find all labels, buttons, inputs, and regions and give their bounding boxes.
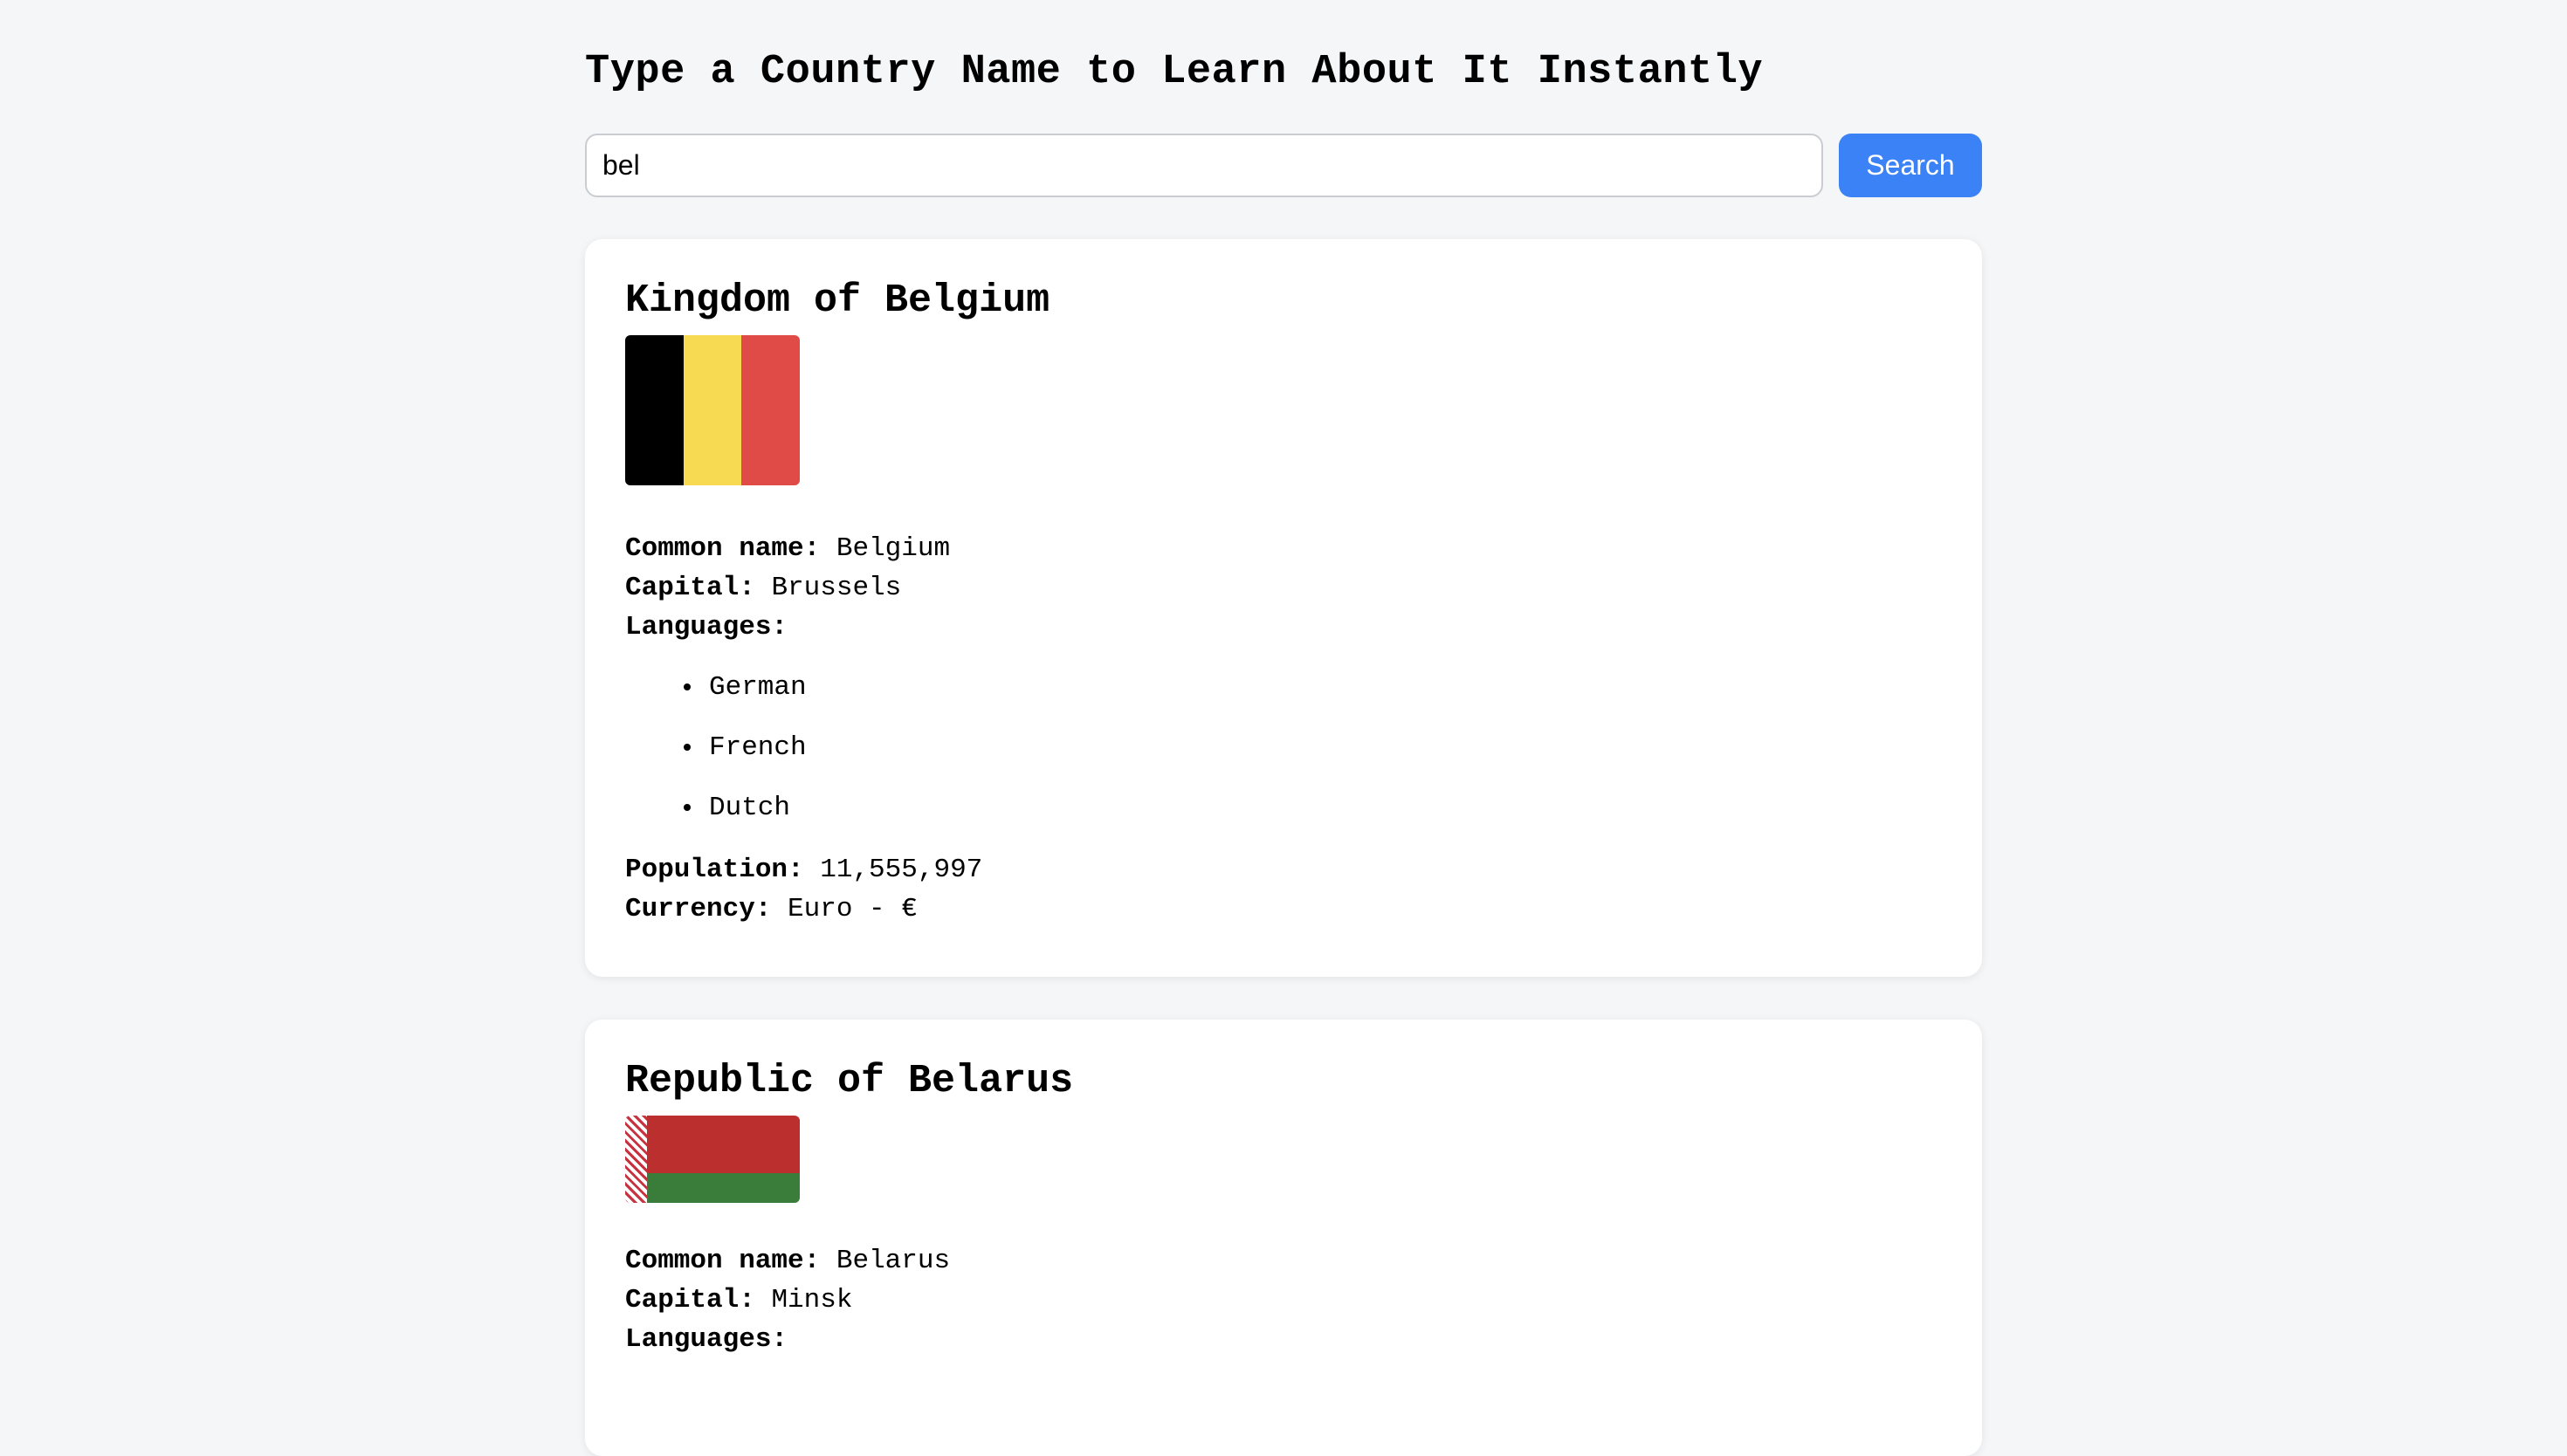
population-label: Population: (625, 855, 804, 885)
language-item: Dutch (704, 778, 1942, 838)
language-item: German (704, 657, 1942, 718)
language-item: French (704, 718, 1942, 778)
common-name-row: Common name: Belarus (625, 1241, 1942, 1281)
flag-belgium-image (625, 335, 800, 485)
common-name-value: Belgium (836, 533, 951, 564)
capital-row: Capital: Minsk (625, 1281, 1942, 1320)
common-name-value: Belarus (836, 1246, 951, 1276)
currency-row: Currency: Euro - € (625, 889, 1942, 929)
currency-value: Euro - € (788, 894, 918, 924)
languages-label: Languages: (625, 1324, 788, 1355)
search-bar: Search (585, 134, 1982, 197)
flag-stripe (647, 1173, 800, 1203)
common-name-label: Common name: (625, 1246, 821, 1276)
capital-value: Minsk (771, 1285, 853, 1315)
population-value: 11,555,997 (820, 855, 983, 885)
languages-row: Languages: (625, 608, 1942, 647)
country-official-name: Republic of Belarus (625, 1059, 1074, 1103)
flag-stripe (625, 335, 684, 485)
flag-stripe (647, 1116, 800, 1173)
languages-row: Languages: (625, 1320, 1942, 1359)
common-name-label: Common name: (625, 533, 821, 564)
country-details: Common name: Belgium Capital: Brussels L… (625, 529, 1942, 929)
flag-ornament (625, 1116, 647, 1203)
capital-value: Brussels (771, 573, 902, 603)
country-details: Common name: Belarus Capital: Minsk Lang… (625, 1241, 1942, 1359)
country-official-name: Kingdom of Belgium (625, 278, 1050, 323)
capital-label: Capital: (625, 573, 755, 603)
page-title: Type a Country Name to Learn About It In… (585, 49, 1764, 95)
languages-label: Languages: (625, 612, 788, 642)
capital-label: Capital: (625, 1285, 755, 1315)
population-row: Population: 11,555,997 (625, 850, 1942, 889)
currency-label: Currency: (625, 894, 772, 924)
flag-belarus-image (625, 1116, 800, 1203)
flag-stripe (683, 335, 742, 485)
capital-row: Capital: Brussels (625, 568, 1942, 608)
search-input[interactable] (585, 134, 1823, 197)
country-card: Republic of Belarus Common name: Belarus… (585, 1020, 1982, 1456)
flag-stripe (741, 335, 800, 485)
search-button[interactable]: Search (1839, 134, 1982, 197)
country-card: Kingdom of Belgium Common name: Belgium … (585, 239, 1982, 977)
languages-list: German French Dutch (625, 657, 1942, 838)
common-name-row: Common name: Belgium (625, 529, 1942, 568)
